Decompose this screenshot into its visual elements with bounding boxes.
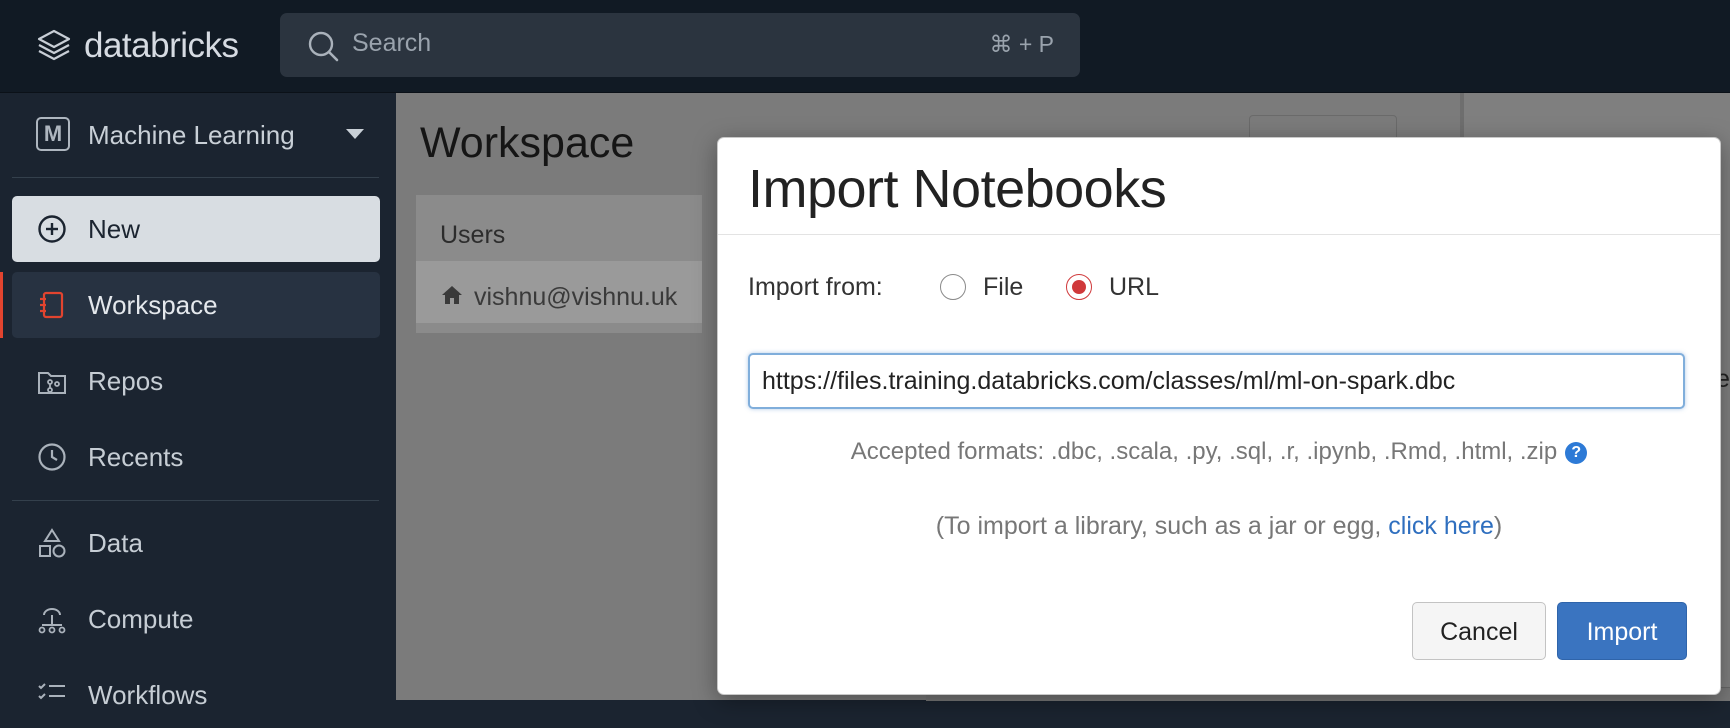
- sidebar-item-label: Workspace: [88, 290, 218, 320]
- sidebar-item-recents[interactable]: Recents: [12, 424, 380, 490]
- radio-file[interactable]: [940, 274, 966, 300]
- sidebar-item-repos[interactable]: Repos: [12, 348, 380, 414]
- data-icon: [39, 528, 66, 558]
- repos-icon: [38, 372, 66, 394]
- folder-users: Users: [440, 221, 506, 249]
- home-icon: [442, 286, 462, 304]
- chevron-down-icon: [346, 129, 364, 139]
- sidebar-item-label: Repos: [88, 366, 164, 396]
- databricks-logo[interactable]: databricks: [36, 22, 239, 70]
- compute-icon: [38, 608, 66, 634]
- persona-label: Machine Learning: [88, 120, 295, 150]
- search-placeholder: Search: [352, 29, 432, 57]
- accepted-formats-text: Accepted formats: .dbc, .scala, .py, .sq…: [850, 438, 1558, 465]
- cancel-button[interactable]: Cancel: [1412, 602, 1546, 660]
- library-note-suffix: ): [1493, 512, 1503, 540]
- radio-selected-dot: [1072, 280, 1086, 294]
- logo-text: databricks: [84, 26, 239, 65]
- click-here-link[interactable]: click here: [1388, 512, 1494, 540]
- workflows-icon: [38, 683, 65, 700]
- sidebar-item-workflows[interactable]: Workflows: [12, 662, 380, 728]
- radio-file-label[interactable]: File: [983, 273, 1023, 302]
- import-from-label: Import from:: [748, 273, 883, 301]
- help-icon[interactable]: ?: [1565, 442, 1588, 464]
- library-import-note: (To import a library, such as a jar or e…: [718, 512, 1720, 541]
- sidebar-item-label: Recents: [88, 442, 184, 472]
- sidebar-item-workspace[interactable]: Workspace: [0, 272, 380, 338]
- dialog-title: Import Notebooks: [748, 159, 1167, 219]
- import-notebooks-dialog: Import Notebooks Import from: File URL A…: [717, 137, 1721, 695]
- sidebar: M Machine Learning New Workspace Repos R…: [0, 93, 395, 710]
- sidebar-item-data[interactable]: Data: [12, 510, 380, 576]
- page-title: Workspace: [420, 119, 635, 167]
- library-note-prefix: (To import a library, such as a jar or e…: [935, 512, 1389, 540]
- url-input[interactable]: [748, 353, 1685, 409]
- persona-switcher[interactable]: M Machine Learning: [0, 93, 395, 177]
- sidebar-item-label: Workflows: [88, 680, 208, 710]
- sidebar-item-compute[interactable]: Compute: [12, 586, 380, 652]
- sidebar-item-label: New: [88, 214, 141, 244]
- sidebar-divider: [12, 500, 379, 501]
- search-icon: [308, 31, 339, 62]
- databricks-logo-icon: [37, 29, 71, 61]
- search-bar[interactable]: Search ⌘ + P: [280, 13, 1080, 77]
- sidebar-item-label: Compute: [88, 604, 194, 634]
- sidebar-item-new[interactable]: New: [12, 196, 380, 262]
- clock-icon: [38, 443, 66, 471]
- user-folder-label: vishnu@vishnu.uk: [474, 283, 678, 311]
- sidebar-item-label: Data: [88, 528, 143, 558]
- workspace-icon: [40, 291, 64, 319]
- radio-url-label[interactable]: URL: [1109, 273, 1159, 302]
- import-button[interactable]: Import: [1557, 602, 1687, 660]
- sidebar-divider: [12, 177, 379, 178]
- plus-circle-icon: [38, 215, 66, 243]
- persona-icon: M: [36, 117, 70, 151]
- search-shortcut-hint: ⌘ + P: [989, 31, 1054, 57]
- top-bar: databricks Search ⌘ + P: [0, 0, 1730, 93]
- accepted-formats-hint: Accepted formats: .dbc, .scala, .py, .sq…: [718, 438, 1720, 466]
- active-indicator: [0, 272, 3, 338]
- radio-url[interactable]: [1066, 274, 1092, 300]
- dialog-divider: [718, 234, 1720, 235]
